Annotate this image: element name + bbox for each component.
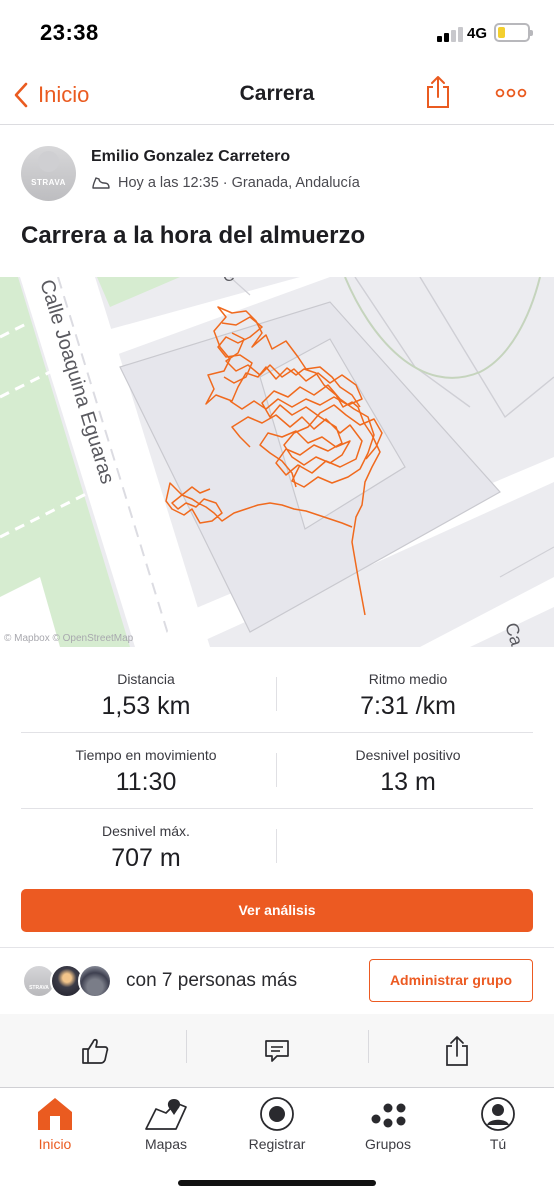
- share-activity-button[interactable]: [365, 1014, 549, 1087]
- stats-row: Distancia 1,53 km Ritmo medio 7:31 /km: [21, 657, 533, 733]
- stats-grid: Distancia 1,53 km Ritmo medio 7:31 /km T…: [21, 657, 533, 885]
- stat-label: Desnivel positivo: [355, 747, 461, 763]
- status-bar: 23:38 4G: [0, 0, 554, 64]
- activity-meta-text: Hoy a las 12:35 · Granada, Andalucía: [118, 175, 360, 191]
- stat-label: Tiempo en movimiento: [75, 747, 217, 763]
- stat-pace: Ritmo medio 7:31 /km: [283, 657, 533, 721]
- tab-inicio[interactable]: Inicio: [0, 1088, 110, 1168]
- chevron-left-icon: [14, 82, 28, 108]
- comment-button[interactable]: [185, 1014, 369, 1087]
- tab-label: Tú: [489, 1136, 507, 1152]
- group-avatars[interactable]: STRAVA: [22, 964, 112, 998]
- profile-icon: [481, 1097, 515, 1131]
- map-canvas: Calle Joaquina Eguaras C Ca: [0, 277, 554, 647]
- comment-icon: [265, 1039, 289, 1062]
- share-icon: [427, 76, 449, 108]
- tab-grupos[interactable]: Grupos: [333, 1088, 443, 1168]
- like-button[interactable]: [3, 1014, 187, 1087]
- stat-value: 11:30: [115, 768, 177, 796]
- activity-title: Carrera a la hora del almuerzo: [21, 222, 366, 249]
- more-button[interactable]: [494, 78, 528, 108]
- tab-label: Registrar: [248, 1136, 306, 1152]
- share-button[interactable]: [424, 74, 452, 110]
- thumbs-up-icon: [82, 1038, 109, 1064]
- stat-value: 13 m: [380, 768, 436, 796]
- stat-moving-time: Tiempo en movimiento 11:30: [21, 733, 271, 797]
- stat-distance: Distancia 1,53 km: [21, 657, 271, 721]
- tab-mapas[interactable]: Mapas: [111, 1088, 221, 1168]
- tab-registrar[interactable]: Registrar: [222, 1088, 332, 1168]
- stat-label: Ritmo medio: [368, 671, 448, 687]
- record-icon: [260, 1097, 294, 1131]
- action-bar: [0, 1014, 554, 1087]
- route-map[interactable]: Calle Joaquina Eguaras C Ca © Mapbox © O…: [0, 277, 554, 647]
- share-icon: [446, 1035, 468, 1066]
- view-analysis-button[interactable]: Ver análisis: [21, 889, 533, 932]
- home-icon: [38, 1098, 72, 1130]
- battery-icon: [494, 23, 533, 42]
- tab-label: Mapas: [144, 1136, 188, 1152]
- tab-label: Grupos: [365, 1136, 411, 1152]
- stat-value: 7:31 /km: [360, 692, 456, 720]
- stats-row: Tiempo en movimiento 11:30 Desnivel posi…: [21, 733, 533, 809]
- street-label-top: C: [223, 277, 235, 285]
- tab-tu[interactable]: Tú: [443, 1088, 553, 1168]
- home-indicator: [178, 1180, 376, 1186]
- more-horizontal-icon: [495, 88, 527, 98]
- signal-icon: [437, 26, 463, 42]
- manage-group-button[interactable]: Administrar grupo: [369, 959, 533, 1002]
- avatar[interactable]: STRAVA: [21, 146, 76, 201]
- avatar: [78, 964, 112, 998]
- stat-elevation-gain: Desnivel positivo 13 m: [283, 733, 533, 797]
- athlete-name[interactable]: Emilio Gonzalez Carretero: [91, 148, 290, 166]
- back-label: Inicio: [38, 82, 90, 107]
- athlete-header: STRAVA Emilio Gonzalez Carretero Hoy a l…: [0, 126, 554, 216]
- stats-row: Desnivel máx. 707 m: [21, 809, 533, 885]
- status-time: 23:38: [40, 20, 99, 45]
- nav-bar: Inicio Carrera: [0, 64, 554, 125]
- avatar-brand: STRAVA: [31, 178, 66, 187]
- stat-value: 707 m: [111, 844, 181, 872]
- stat-value: 1,53 km: [101, 692, 191, 720]
- network-type: 4G: [467, 25, 488, 42]
- stat-label: Distancia: [117, 671, 175, 687]
- groups-icon: [371, 1103, 406, 1128]
- map-attribution[interactable]: © Mapbox © OpenStreetMap: [4, 633, 133, 644]
- stat-max-elevation: Desnivel máx. 707 m: [21, 809, 271, 873]
- back-button[interactable]: Inicio: [14, 78, 89, 112]
- stat-label: Desnivel máx.: [102, 823, 190, 839]
- group-row: STRAVA con 7 personas más Administrar gr…: [0, 948, 554, 1014]
- activity-meta: Hoy a las 12:35 · Granada, Andalucía: [91, 175, 360, 191]
- map-icon: [145, 1099, 187, 1130]
- tab-label: Inicio: [38, 1136, 72, 1152]
- avatar-brand: STRAVA: [29, 985, 49, 991]
- group-text[interactable]: con 7 personas más: [126, 970, 297, 992]
- shoe-icon: [92, 177, 110, 189]
